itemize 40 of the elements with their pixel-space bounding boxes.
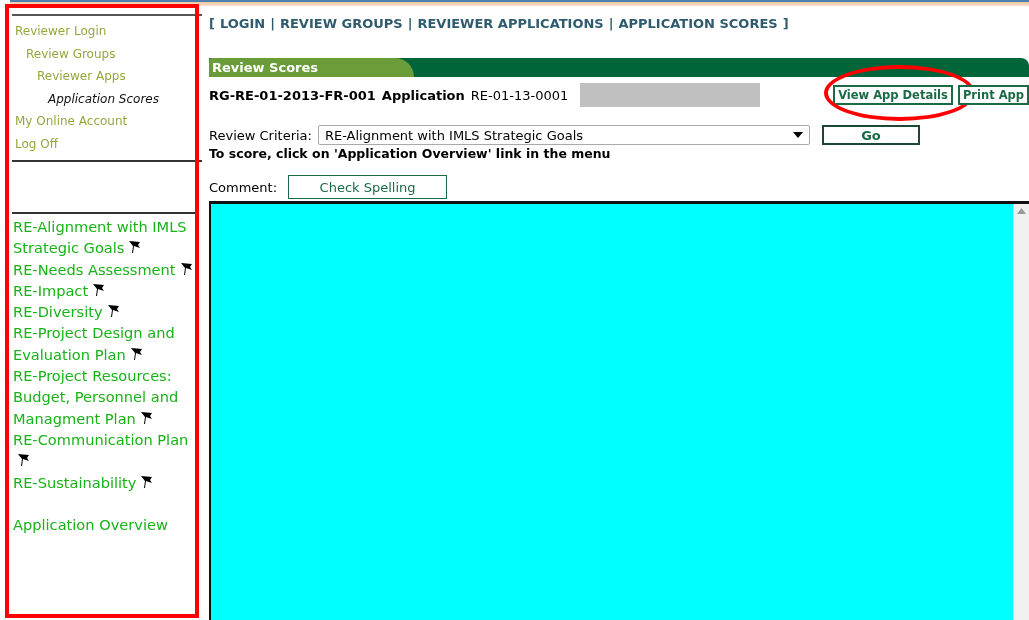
comment-label: Comment:: [209, 179, 278, 195]
application-number: RE-01-13-0001: [470, 87, 569, 103]
breadcrumb-link[interactable]: REVIEW GROUPS: [279, 16, 403, 36]
nav-link[interactable]: Reviewer Login: [15, 20, 107, 43]
nav-link[interactable]: Review Groups: [26, 42, 116, 65]
breadcrumb-link[interactable]: APPLICATION SCORES: [618, 16, 778, 36]
scroll-up-icon: [1017, 208, 1026, 214]
criteria-link[interactable]: RE-Project Resources: Budget, Personnel and Managment Plan: [13, 365, 197, 429]
app-button[interactable]: View App Details: [833, 85, 953, 105]
nav-link[interactable]: Log Off: [15, 132, 58, 155]
criteria-link[interactable]: RE-Sustainability: [13, 471, 197, 493]
bracket: ]: [782, 16, 789, 33]
scrollbar[interactable]: [1013, 204, 1029, 620]
breadcrumb-link[interactable]: LOGIN: [219, 16, 266, 36]
criteria-link[interactable]: RE-Needs Assessment: [13, 258, 197, 280]
criteria-link[interactable]: Application Overview: [13, 513, 197, 536]
breadcrumb-link[interactable]: REVIEWER APPLICATIONS: [417, 16, 604, 36]
instruction-text: To score, click on 'Application Overview' link in the menu: [209, 146, 612, 161]
nav-link[interactable]: My Online Account: [15, 110, 128, 133]
section-tab[interactable]: Review Scores: [209, 58, 414, 77]
application-label: Application: [381, 87, 465, 103]
group-id: RG-RE-01-2013-FR-001: [209, 87, 376, 103]
go-button[interactable]: Go: [821, 125, 920, 145]
caret-icon: [792, 132, 803, 138]
criteria-dropdown[interactable]: RE-Alignment with IMLS Strategic Goals: [317, 125, 810, 145]
criteria-label: Review Criteria:: [209, 127, 312, 143]
separator: |: [270, 16, 275, 33]
separator: |: [407, 16, 413, 33]
criteria-link[interactable]: RE-Communication Plan: [13, 428, 197, 472]
criteria-link[interactable]: RE-Impact: [13, 279, 197, 302]
criteria-link[interactable]: RE-Alignment with IMLS Strategic Goals: [13, 216, 197, 259]
comment-field[interactable]: [211, 204, 1013, 620]
check-spelling-button[interactable]: Check Spelling: [288, 175, 448, 199]
app-button[interactable]: Print App: [957, 85, 1029, 105]
bracket: [: [209, 16, 215, 33]
separator: |: [608, 16, 614, 33]
criteria-link[interactable]: RE-Diversity: [13, 301, 197, 323]
nav-link[interactable]: Reviewer Apps: [37, 65, 126, 88]
nav-link[interactable]: Application Scores: [48, 87, 159, 110]
criteria-link[interactable]: RE-Project Design and Evaluation Plan: [13, 322, 197, 366]
